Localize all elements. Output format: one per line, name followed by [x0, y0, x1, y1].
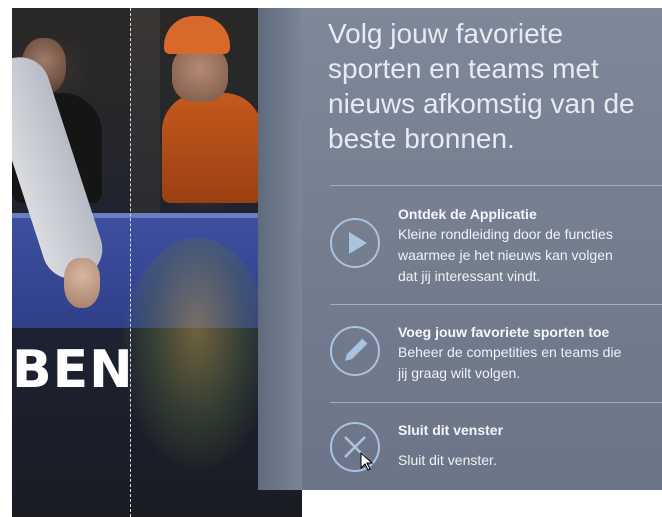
pencil-icon [330, 326, 380, 376]
blurred-logo [122, 238, 272, 468]
background-title-fragment: BEN [12, 340, 134, 400]
panel-headline: Volg jouw favoriete sporten en teams met… [328, 18, 635, 154]
item-description: Kleine rondleiding door de functies waar… [398, 226, 613, 284]
item-description: Beheer de competities en teams die jij g… [398, 344, 622, 381]
spectator-orange-face [172, 46, 228, 102]
item-title: Ontdek de Applicatie [398, 206, 537, 222]
divider [330, 185, 662, 186]
dashed-guide-line [130, 8, 131, 517]
item-description: Sluit dit venster. [398, 452, 497, 468]
stadium-pillar [130, 8, 160, 218]
mouse-cursor-icon [360, 451, 376, 476]
panel-edge-strip [258, 8, 302, 490]
divider [330, 402, 662, 403]
item-add-sports[interactable]: Voeg jouw favoriete sporten toe Beheer d… [330, 324, 662, 394]
item-close-window[interactable]: Sluit dit venster Sluit dit venster. [330, 422, 662, 482]
item-discover-app[interactable]: Ontdek de Applicatie Kleine rondleiding … [330, 206, 662, 296]
page-margin [302, 490, 662, 517]
play-icon [330, 218, 380, 268]
spectator-orange-shirt [162, 93, 262, 203]
player-hand [64, 258, 100, 308]
item-title: Voeg jouw favoriete sporten toe [398, 324, 610, 340]
divider [330, 304, 662, 305]
item-title: Sluit dit venster [398, 422, 504, 438]
